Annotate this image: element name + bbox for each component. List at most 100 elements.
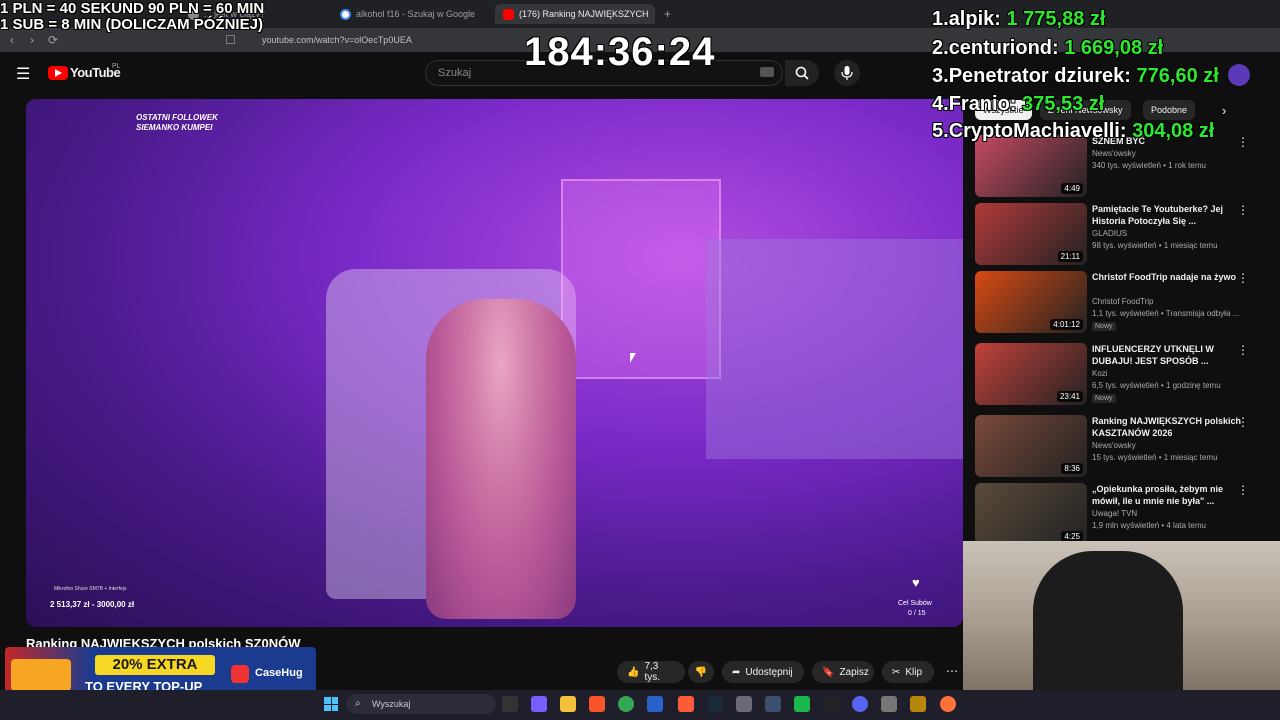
youtube-logo-icon[interactable] (48, 66, 68, 80)
more-actions-icon[interactable]: ⋯ (946, 664, 958, 678)
recommended-channel[interactable]: Kozi (1092, 369, 1108, 378)
more-vert-icon[interactable]: ⋮ (1237, 271, 1249, 285)
recommended-meta: 15 tys. wyświetleń • 1 miesiąc temu (1092, 453, 1218, 462)
more-vert-icon[interactable]: ⋮ (1237, 483, 1249, 497)
share-icon: ➦ (732, 666, 741, 678)
file-explorer-icon[interactable] (560, 696, 576, 712)
forward-icon[interactable]: › (30, 31, 34, 49)
search-button[interactable] (785, 60, 819, 86)
leaderboard-entry: 5.CryptoMachiavelli: 304,08 zł (932, 120, 1215, 142)
steam-icon[interactable] (707, 696, 723, 712)
new-badge: Nowy (1092, 322, 1116, 331)
app-icon[interactable] (910, 696, 926, 712)
new-tab-button[interactable]: + (664, 5, 671, 23)
app-icon[interactable] (794, 696, 810, 712)
recommended-meta: 340 tys. wyświetleń • 1 rok temu (1092, 161, 1206, 170)
obs-icon[interactable] (823, 696, 839, 712)
bookmark-icon: 🔖 (822, 666, 835, 678)
video-duration: 4:49 (1061, 183, 1083, 194)
google-icon (340, 8, 351, 20)
brave-active-icon[interactable] (678, 696, 694, 712)
store-icon[interactable] (647, 696, 663, 712)
notepad-icon[interactable] (736, 696, 752, 712)
ad-extra: 20% EXTRA (95, 655, 215, 675)
share-button[interactable]: ➦ Udostępnij (722, 661, 804, 683)
keyboard-icon[interactable] (760, 67, 774, 77)
bookmark-icon[interactable]: ☐ (225, 31, 236, 49)
leaderboard-entry: 3.Penetrator dziurek: 776,60 zł (932, 65, 1219, 87)
streamer (426, 299, 576, 619)
save-button[interactable]: 🔖 Zapisz (812, 661, 874, 683)
recommended-channel[interactable]: Uwaga! TVN (1092, 509, 1137, 518)
like-button[interactable]: 👍 7,3 tys. (617, 661, 685, 683)
new-badge: Nowy (1092, 394, 1116, 403)
recommended-channel[interactable]: News'owsky (1092, 441, 1136, 450)
chevron-right-icon[interactable]: › (1222, 103, 1226, 118)
shelf (561, 179, 721, 379)
avatar[interactable] (1228, 64, 1250, 86)
recommended-video[interactable]: 23:41 INFLUENCERZY UTKNĘLI W DUBAJU! JEST… (975, 343, 1265, 407)
recommended-channel[interactable]: Christof FoodTrip (1092, 297, 1154, 306)
brave-icon[interactable] (589, 696, 605, 712)
recommended-title[interactable]: „Opiekunka prosiła, żebym nie mówił, ile… (1092, 483, 1242, 507)
taskbar (0, 690, 1280, 720)
mouse-cursor-icon (630, 353, 636, 363)
more-vert-icon[interactable]: ⋮ (1237, 135, 1249, 149)
casehug-logo-icon (231, 665, 249, 683)
video-thumbnail[interactable]: 8:36 (975, 415, 1087, 477)
chip-similar[interactable]: Podobne (1143, 100, 1196, 120)
search-icon: ⌕ (355, 698, 361, 709)
back-icon[interactable]: ‹ (10, 31, 14, 49)
browser-tab-active[interactable]: (176) Ranking NAJWIĘKSZYCH ✕ (495, 4, 655, 24)
video-thumbnail[interactable]: 4:49 (975, 135, 1087, 197)
taskbar-search[interactable]: Wyszukaj (346, 694, 496, 714)
copilot-icon[interactable] (531, 696, 547, 712)
recommended-title[interactable]: Ranking NAJWIĘKSZYCH polskich KASZTANÓW … (1092, 415, 1242, 439)
dislike-button[interactable]: 👎 (688, 661, 714, 683)
video-thumbnail[interactable]: 21:11 (975, 203, 1087, 265)
leaderboard-entry: 1.alpik: 1 775,88 zł (932, 8, 1106, 30)
recommended-video[interactable]: 4:49 SZNEM BYĆ News'owsky 340 tys. wyświetl… (975, 135, 1265, 199)
more-vert-icon[interactable]: ⋮ (1237, 415, 1249, 429)
settings-icon[interactable] (881, 696, 897, 712)
firefox-icon[interactable] (940, 696, 956, 712)
discord-icon[interactable] (852, 696, 868, 712)
chrome-icon[interactable] (618, 696, 634, 712)
more-vert-icon[interactable]: ⋮ (1237, 343, 1249, 357)
bed (706, 239, 963, 459)
windows-start-icon[interactable] (324, 697, 338, 711)
menu-icon[interactable]: ☰ (16, 64, 30, 84)
recommended-video[interactable]: 8:36 Ranking NAJWIĘKSZYCH polskich KASZTA… (975, 415, 1265, 479)
recommended-meta: 1,1 tys. wyświetleń • Transmisja odbyła … (1092, 309, 1240, 318)
close-tab-icon[interactable]: ✕ (654, 9, 655, 20)
rates-line-2: 1 SUB = 8 MIN (DOLICZAM PÓŹNIEJ) (0, 16, 263, 33)
video-thumbnail[interactable]: 4:25 (975, 483, 1087, 545)
recommended-title[interactable]: Pamiętacie Te Youtuberke? Jej Historia P… (1092, 203, 1242, 227)
recommended-video[interactable]: 21:11 Pamiętacie Te Youtuberke? Jej Histo… (975, 203, 1265, 267)
recommended-channel[interactable]: News'owsky (1092, 149, 1136, 158)
video-thumbnail[interactable]: 4:01:12 (975, 271, 1087, 333)
reload-icon[interactable]: ⟳ (48, 31, 58, 49)
subathon-timer: 184:36:24 (524, 30, 716, 74)
voice-search-button[interactable] (834, 60, 860, 86)
ad-brand: CaseHug (255, 667, 303, 679)
task-view-icon[interactable] (502, 696, 518, 712)
app-icon[interactable] (765, 696, 781, 712)
recommended-title[interactable]: INFLUENCERZY UTKNĘLI W DUBAJU! JEST SPOS… (1092, 343, 1242, 367)
browser-tab[interactable]: alkohol f16 - Szukaj w Google (332, 4, 492, 24)
clip-button[interactable]: ✂ Klip (882, 661, 934, 683)
video-player[interactable]: OSTATNI FOLLOWEK SIEMANKO KUMPEI Mikrofo… (26, 99, 963, 627)
recommended-meta: 98 tys. wyświetleń • 1 miesiąc temu (1092, 241, 1218, 250)
recommended-video[interactable]: 4:01:12 Christof FoodTrip nadaje na żywo C… (975, 271, 1265, 335)
recommended-title[interactable]: Christof FoodTrip nadaje na żywo (1092, 271, 1242, 283)
thumbs-up-icon: 👍 (627, 666, 640, 678)
recommended-channel[interactable]: GLADIUS (1092, 229, 1127, 238)
video-duration: 8:36 (1061, 463, 1083, 474)
recommended-meta: 1,9 mln wyświetleń • 4 lata temu (1092, 521, 1206, 530)
search-icon (795, 66, 809, 80)
more-vert-icon[interactable]: ⋮ (1237, 203, 1249, 217)
scissors-icon: ✂ (892, 666, 901, 678)
video-thumbnail[interactable]: 23:41 (975, 343, 1087, 405)
recommended-video[interactable]: 4:25 „Opiekunka prosiła, żebym nie mówił,… (975, 483, 1265, 547)
youtube-region: PL (112, 63, 121, 70)
